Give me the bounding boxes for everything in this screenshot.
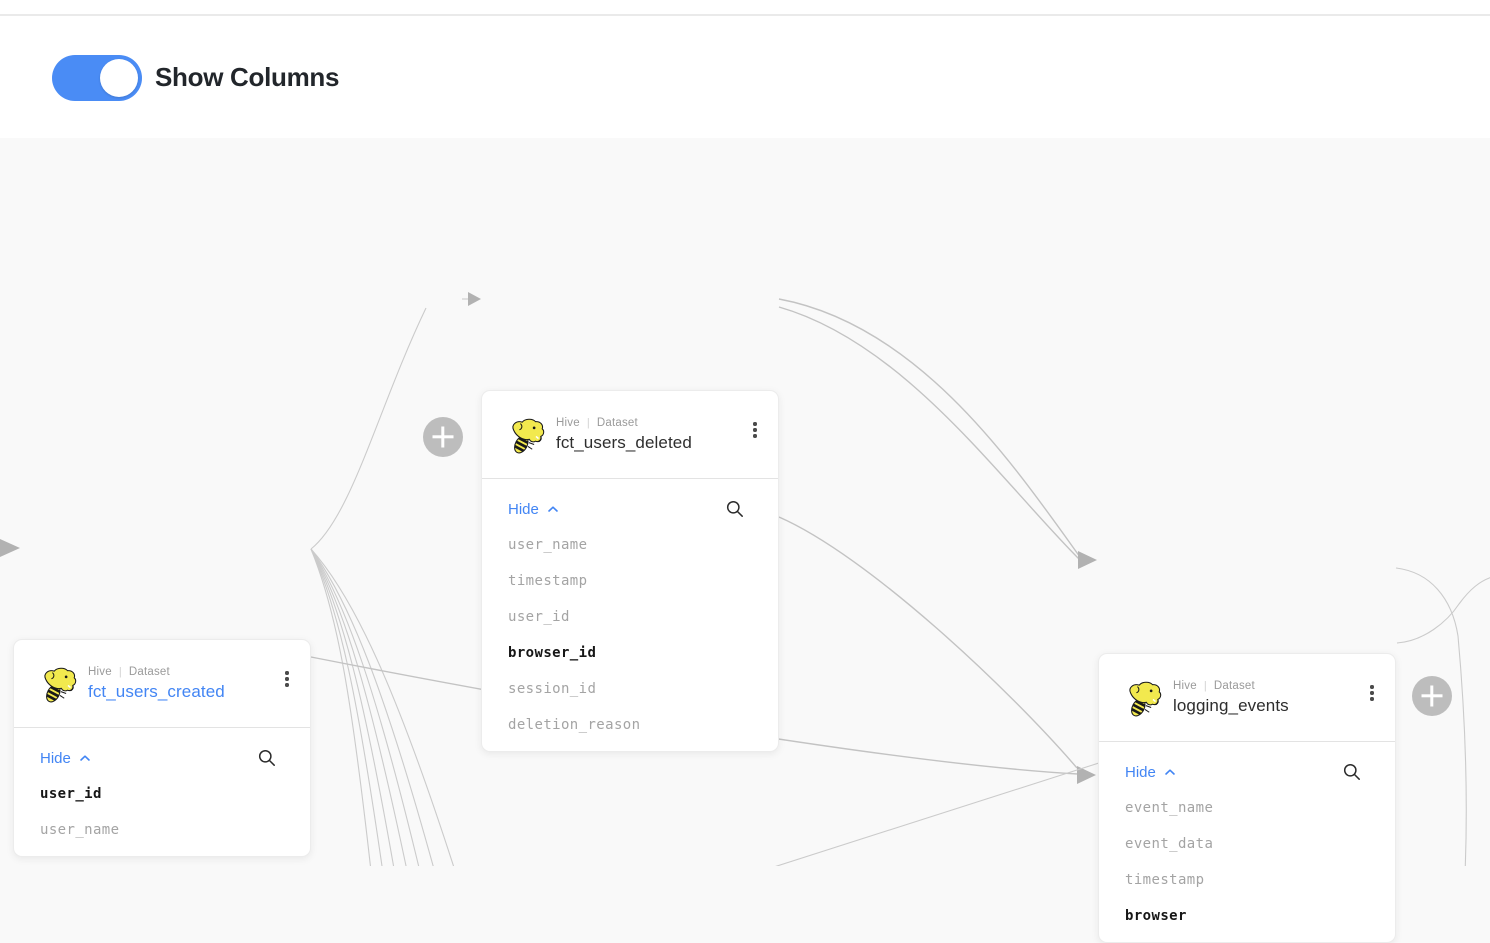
column-name: timestamp <box>508 573 587 589</box>
hive-logo-icon <box>1125 679 1163 717</box>
chevron-up-icon <box>547 505 559 513</box>
search-icon[interactable] <box>1341 761 1363 783</box>
column-row[interactable]: timestamp <box>482 563 778 599</box>
node-header: Hive | Dataset fct_users_deleted <box>482 391 778 478</box>
expand-downstream-button[interactable] <box>1412 676 1452 716</box>
meta-separator: | <box>1204 680 1207 692</box>
meta-separator: | <box>587 417 590 429</box>
hive-logo-icon <box>40 665 78 703</box>
dataset-node-fct-users-created[interactable]: Hive | Dataset fct_users_created Hide us… <box>13 639 311 857</box>
column-name: user_name <box>40 822 119 838</box>
node-title[interactable]: fct_users_deleted <box>556 433 692 453</box>
entity-type-label: Dataset <box>597 417 638 429</box>
node-body: Hide user_name timestamp user_id browser… <box>482 479 778 751</box>
kebab-menu-icon[interactable] <box>276 666 298 692</box>
hide-label: Hide <box>508 501 539 518</box>
platform-label: Hive <box>88 666 112 678</box>
column-name: timestamp <box>1125 872 1204 888</box>
column-name: user_name <box>508 537 587 553</box>
hide-label: Hide <box>1125 764 1156 781</box>
lineage-canvas[interactable]: Hive | Dataset fct_users_created Hide us… <box>0 138 1490 866</box>
search-icon[interactable] <box>256 747 278 769</box>
chevron-up-icon <box>1164 768 1176 776</box>
column-name: session_id <box>508 681 596 697</box>
column-row[interactable]: deletion_reason <box>482 707 778 743</box>
hide-label: Hide <box>40 750 71 767</box>
hide-columns-link[interactable]: Hide <box>40 750 91 767</box>
hide-columns-link[interactable]: Hide <box>1125 764 1176 781</box>
column-name: deletion_reason <box>508 717 640 733</box>
top-divider <box>0 14 1490 16</box>
toggle-knob <box>100 59 138 97</box>
column-row[interactable]: user_id <box>14 776 310 812</box>
column-row[interactable]: user_id <box>482 599 778 635</box>
column-name: user_id <box>40 786 102 802</box>
column-row[interactable]: user_name <box>482 527 778 563</box>
node-body: Hide event_name event_data timestamp bro… <box>1099 742 1395 942</box>
hide-columns-link[interactable]: Hide <box>508 501 559 518</box>
node-title[interactable]: logging_events <box>1173 696 1289 716</box>
node-header: Hive | Dataset logging_events <box>1099 654 1395 741</box>
column-row[interactable]: event_data <box>1099 826 1395 862</box>
show-columns-label: Show Columns <box>155 62 339 93</box>
column-name: browser_id <box>508 645 596 661</box>
entity-type-label: Dataset <box>129 666 170 678</box>
hive-logo-icon <box>508 416 546 454</box>
node-header: Hive | Dataset fct_users_created <box>14 640 310 727</box>
search-icon[interactable] <box>724 498 746 520</box>
platform-label: Hive <box>1173 680 1197 692</box>
column-row[interactable]: event_name <box>1099 790 1395 826</box>
column-name: event_name <box>1125 800 1213 816</box>
column-row[interactable]: browser <box>1099 898 1395 934</box>
show-columns-toggle[interactable] <box>52 55 142 101</box>
node-title-link[interactable]: fct_users_created <box>88 682 225 702</box>
entity-type-label: Dataset <box>1214 680 1255 692</box>
column-row[interactable]: session_id <box>482 671 778 707</box>
column-name: browser <box>1125 908 1187 924</box>
dataset-node-fct-users-deleted[interactable]: Hive | Dataset fct_users_deleted Hide us… <box>481 390 779 752</box>
dataset-node-logging-events[interactable]: Hive | Dataset logging_events Hide event… <box>1098 653 1396 943</box>
column-row[interactable]: timestamp <box>1099 862 1395 898</box>
column-row[interactable]: user_name <box>14 812 310 848</box>
node-body: Hide user_id user_name <box>14 728 310 856</box>
chevron-up-icon <box>79 754 91 762</box>
meta-separator: | <box>119 666 122 678</box>
column-name: event_data <box>1125 836 1213 852</box>
kebab-menu-icon[interactable] <box>744 417 766 443</box>
kebab-menu-icon[interactable] <box>1361 680 1383 706</box>
column-row[interactable]: browser_id <box>482 635 778 671</box>
toolbar: Show Columns <box>0 0 1490 138</box>
platform-label: Hive <box>556 417 580 429</box>
expand-upstream-button[interactable] <box>423 417 463 457</box>
column-name: user_id <box>508 609 570 625</box>
